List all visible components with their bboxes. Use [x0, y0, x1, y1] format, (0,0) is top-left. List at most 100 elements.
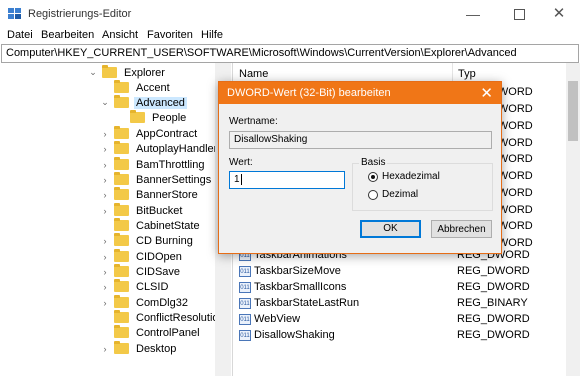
tree-item-conflictresolution[interactable]: ConflictResolution	[99, 310, 227, 325]
chevron-right-icon[interactable]: ›	[99, 159, 111, 171]
list-scrollbar[interactable]	[566, 63, 580, 376]
chevron-right-icon[interactable]: ›	[99, 189, 111, 201]
tree-item-label: BamThrottling	[136, 158, 205, 171]
menu-help[interactable]: Hilfe	[201, 29, 223, 41]
folder-icon	[130, 110, 145, 123]
tree-item-label: CIDSave	[136, 265, 181, 278]
tree-item-bannersettings[interactable]: › BannerSettings	[99, 172, 213, 187]
decimal-radio[interactable]	[368, 190, 378, 200]
folder-icon	[114, 203, 129, 216]
dword-value-icon: 011	[239, 265, 251, 277]
tree-item-label: BannerSettings	[136, 173, 212, 186]
folder-icon	[114, 172, 129, 185]
scrollbar-thumb[interactable]	[568, 81, 578, 141]
tree-item-bitbucket[interactable]: › BitBucket	[99, 203, 184, 218]
cancel-button[interactable]: Abbrechen	[431, 220, 492, 238]
menu-edit[interactable]: Bearbeiten	[41, 29, 94, 41]
folder-icon	[114, 249, 129, 262]
ok-button[interactable]: OK	[360, 220, 421, 238]
hexadecimal-radio[interactable]	[368, 172, 378, 182]
folder-icon	[114, 157, 129, 170]
tree-item-people[interactable]: People	[115, 110, 188, 125]
binary-value-icon: 011	[239, 297, 251, 309]
folder-icon	[114, 218, 129, 231]
folder-icon	[114, 341, 129, 354]
edit-dword-dialog: DWORD-Wert (32-Bit) bearbeiten ✕ Wertnam…	[218, 81, 502, 254]
chevron-right-icon[interactable]: ›	[99, 174, 111, 186]
chevron-right-icon[interactable]: ›	[99, 143, 111, 155]
tree-item-bamthrottling[interactable]: › BamThrottling	[99, 157, 206, 172]
folder-icon	[102, 65, 117, 78]
tree-item-autoplayhandlers[interactable]: › AutoplayHandlers	[99, 141, 225, 156]
value-data-label: Wert:	[229, 157, 253, 168]
value-type: REG_DWORD	[457, 313, 530, 325]
value-name-label: Wertname:	[229, 116, 278, 127]
value-name: DisallowShaking	[254, 329, 335, 341]
tree-item-advanced[interactable]: ⌄ Advanced	[99, 95, 187, 110]
tree-item-appcontract[interactable]: › AppContract	[99, 126, 199, 141]
menu-favorites[interactable]: Favoriten	[147, 29, 193, 41]
tree-item-label: ComDlg32	[136, 296, 188, 309]
tree-item-bannerstore[interactable]: › BannerStore	[99, 187, 200, 202]
tree-item-label: ConflictResolution	[136, 311, 225, 324]
chevron-down-icon[interactable]: ⌄	[99, 97, 111, 109]
chevron-right-icon[interactable]: ›	[99, 205, 111, 217]
tree-item-label: Advanced	[134, 96, 187, 109]
tree-item-explorer[interactable]: ⌄ Explorer	[87, 65, 167, 80]
tree-item-label: ControlPanel	[136, 326, 200, 339]
list-item[interactable]: 011 DisallowShaking REG_DWORD	[235, 327, 565, 343]
address-bar[interactable]: Computer\HKEY_CURRENT_USER\SOFTWARE\Micr…	[1, 44, 579, 63]
key-tree[interactable]: ⌄ Explorer Accent ⌄ Advanced People › AppCo…	[1, 63, 233, 376]
value-type: REG_DWORD	[457, 329, 530, 341]
value-data-input[interactable]: 1	[229, 171, 345, 189]
window-title: Registrierungs-Editor	[28, 8, 132, 20]
folder-icon	[114, 264, 129, 277]
tree-item-label: Desktop	[136, 342, 177, 355]
list-item[interactable]: 011 WebView REG_DWORD	[235, 311, 565, 327]
value-name: TaskbarStateLastRun	[254, 297, 360, 309]
value-name-field: DisallowShaking	[229, 131, 492, 149]
decimal-label[interactable]: Dezimal	[382, 189, 418, 200]
value-data-text: 1	[234, 174, 240, 185]
folder-icon	[114, 325, 129, 338]
value-type: REG_BINARY	[457, 297, 528, 309]
chevron-right-icon[interactable]: ›	[99, 297, 111, 309]
folder-icon	[114, 295, 129, 308]
maximize-button[interactable]	[504, 3, 534, 25]
chevron-right-icon[interactable]: ›	[99, 281, 111, 293]
chevron-right-icon[interactable]: ›	[99, 251, 111, 263]
chevron-right-icon[interactable]: ›	[99, 235, 111, 247]
value-name: WebView	[254, 313, 301, 325]
dword-value-icon: 011	[239, 313, 251, 325]
tree-item-cd-burning[interactable]: › CD Burning	[99, 233, 195, 248]
chevron-down-icon[interactable]: ⌄	[87, 67, 99, 79]
folder-icon	[114, 310, 129, 323]
chevron-right-icon[interactable]: ›	[99, 343, 111, 355]
value-name: TaskbarSizeMove	[254, 265, 341, 277]
registry-editor-icon	[8, 8, 22, 20]
chevron-right-icon[interactable]: ›	[99, 266, 111, 278]
tree-item-label: People	[152, 111, 187, 124]
close-button[interactable]: ✕	[544, 3, 574, 25]
hexadecimal-label[interactable]: Hexadezimal	[382, 171, 440, 182]
tree-item-controlpanel[interactable]: ControlPanel	[99, 325, 202, 340]
tree-item-accent[interactable]: Accent	[99, 80, 172, 95]
tree-item-cidopen[interactable]: › CIDOpen	[99, 249, 184, 264]
tree-item-desktop[interactable]: › Desktop	[99, 341, 178, 356]
menu-file[interactable]: Datei	[7, 29, 33, 41]
dialog-close-icon[interactable]: ✕	[480, 84, 493, 102]
minimize-button[interactable]: —	[458, 3, 488, 25]
tree-item-comdlg32[interactable]: › ComDlg32	[99, 295, 190, 310]
menu-bar: Datei Bearbeiten Ansicht Favoriten Hilfe	[0, 28, 580, 44]
list-item[interactable]: 011 TaskbarStateLastRun REG_BINARY	[235, 295, 565, 311]
list-item[interactable]: 011 TaskbarSizeMove REG_DWORD	[235, 263, 565, 279]
address-path: Computer\HKEY_CURRENT_USER\SOFTWARE\Micr…	[6, 47, 517, 59]
title-bar: Registrierungs-Editor — ✕	[0, 0, 580, 28]
chevron-right-icon[interactable]: ›	[99, 128, 111, 140]
menu-view[interactable]: Ansicht	[102, 29, 138, 41]
folder-icon	[114, 233, 129, 246]
tree-item-clsid[interactable]: › CLSID	[99, 279, 170, 294]
tree-item-cidsave[interactable]: › CIDSave	[99, 264, 182, 279]
tree-item-cabinetstate[interactable]: CabinetState	[99, 218, 202, 233]
list-item[interactable]: 011 TaskbarSmallIcons REG_DWORD	[235, 279, 565, 295]
